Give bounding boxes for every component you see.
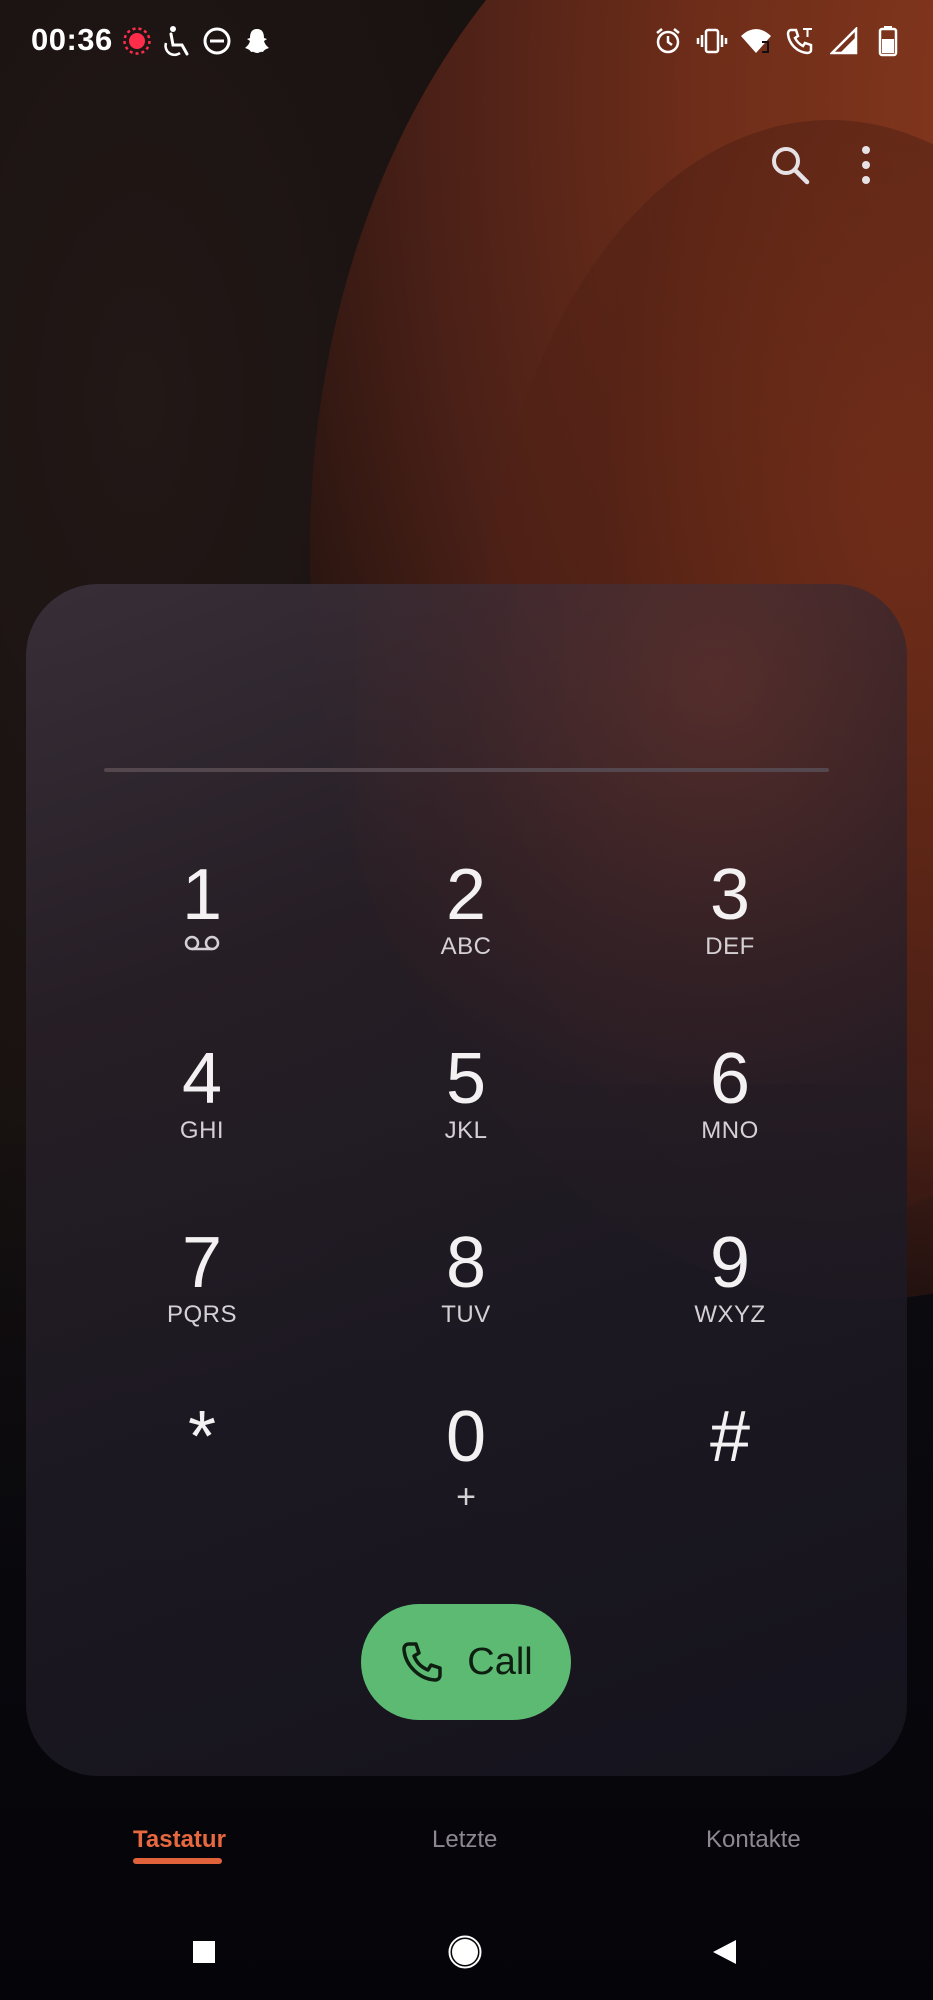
status-right-icons: [651, 22, 905, 60]
dial-key-digit: 7: [181, 1223, 223, 1303]
dial-key-digit: *: [187, 1397, 217, 1477]
battery-icon: [871, 22, 905, 60]
dial-key-digit: 0: [445, 1397, 487, 1477]
status-bar: 00:36: [0, 0, 933, 82]
search-button[interactable]: [760, 135, 820, 195]
signal-icon: [827, 22, 861, 60]
back-nav-button[interactable]: [702, 1930, 746, 1974]
circle-icon: [448, 1935, 482, 1969]
dial-key-digit: 1: [181, 855, 223, 935]
call-button[interactable]: Call: [361, 1604, 571, 1720]
wifi-call-icon: [783, 22, 817, 60]
status-time: 00:36: [31, 22, 113, 57]
dial-key-eight[interactable]: 8 TUV: [356, 1226, 576, 1376]
dial-key-digit: 9: [709, 1223, 751, 1303]
dial-key-digit: 2: [445, 855, 487, 935]
do-not-disturb-icon: [200, 22, 234, 60]
dial-key-letters: WXYZ: [694, 1301, 766, 1328]
square-icon: [193, 1941, 215, 1963]
more-options-button[interactable]: [836, 135, 896, 195]
dial-key-three[interactable]: 3 DEF: [620, 858, 840, 1008]
vibrate-icon: [695, 22, 729, 60]
dial-key-letters: +: [456, 1478, 476, 1516]
tab-kontakte[interactable]: Kontakte: [706, 1826, 801, 1854]
dial-key-digit: 3: [709, 855, 751, 935]
dial-key-digit: 8: [445, 1223, 487, 1303]
dial-key-nine[interactable]: 9 WXYZ: [620, 1226, 840, 1376]
dialed-number-field[interactable]: [104, 768, 829, 772]
call-label: Call: [467, 1640, 533, 1683]
dial-key-letters: DEF: [705, 933, 755, 960]
tab-letzte[interactable]: Letzte: [432, 1826, 497, 1854]
dial-key-star[interactable]: *: [92, 1400, 312, 1550]
dial-key-one[interactable]: 1: [92, 858, 312, 1008]
tab-tastatur[interactable]: Tastatur: [133, 1826, 226, 1854]
dial-key-five[interactable]: 5 JKL: [356, 1042, 576, 1192]
recents-nav-button[interactable]: [182, 1930, 226, 1974]
dial-key-letters: PQRS: [166, 1301, 237, 1328]
dial-key-letters: GHI: [179, 1117, 225, 1144]
search-icon: [772, 147, 810, 185]
dial-key-letters: ABC: [440, 933, 492, 960]
dial-key-digit: 5: [445, 1039, 487, 1119]
dial-key-hash[interactable]: #: [620, 1400, 840, 1550]
dial-key-letters: MNO: [701, 1117, 759, 1144]
dial-key-zero[interactable]: 0 +: [356, 1400, 576, 1550]
dial-key-two[interactable]: 2 ABC: [356, 858, 576, 1008]
phone-icon: [402, 1642, 443, 1682]
card-glow: [356, 584, 907, 1084]
dial-key-digit: #: [709, 1397, 751, 1477]
active-tab-indicator: [133, 1858, 222, 1864]
dial-key-digit: 6: [709, 1039, 751, 1119]
dial-key-letters: JKL: [444, 1117, 488, 1144]
back-triangle-icon: [713, 1940, 736, 1964]
status-left-icons: [120, 22, 274, 60]
home-nav-button[interactable]: [443, 1930, 487, 1974]
dial-key-digit: 4: [181, 1039, 223, 1119]
dial-key-six[interactable]: 6 MNO: [620, 1042, 840, 1192]
dial-key-seven[interactable]: 7 PQRS: [92, 1226, 312, 1376]
dial-key-four[interactable]: 4 GHI: [92, 1042, 312, 1192]
snapchat-icon: [240, 22, 274, 60]
wifi-calling-icon: [739, 22, 773, 60]
more-vert-icon: [862, 146, 870, 184]
alarm-icon: [651, 22, 685, 60]
dial-key-letters: TUV: [441, 1301, 491, 1328]
recording-dot-icon: [120, 22, 154, 60]
voicemail-icon: [183, 934, 221, 957]
accessibility-icon: [160, 22, 194, 60]
